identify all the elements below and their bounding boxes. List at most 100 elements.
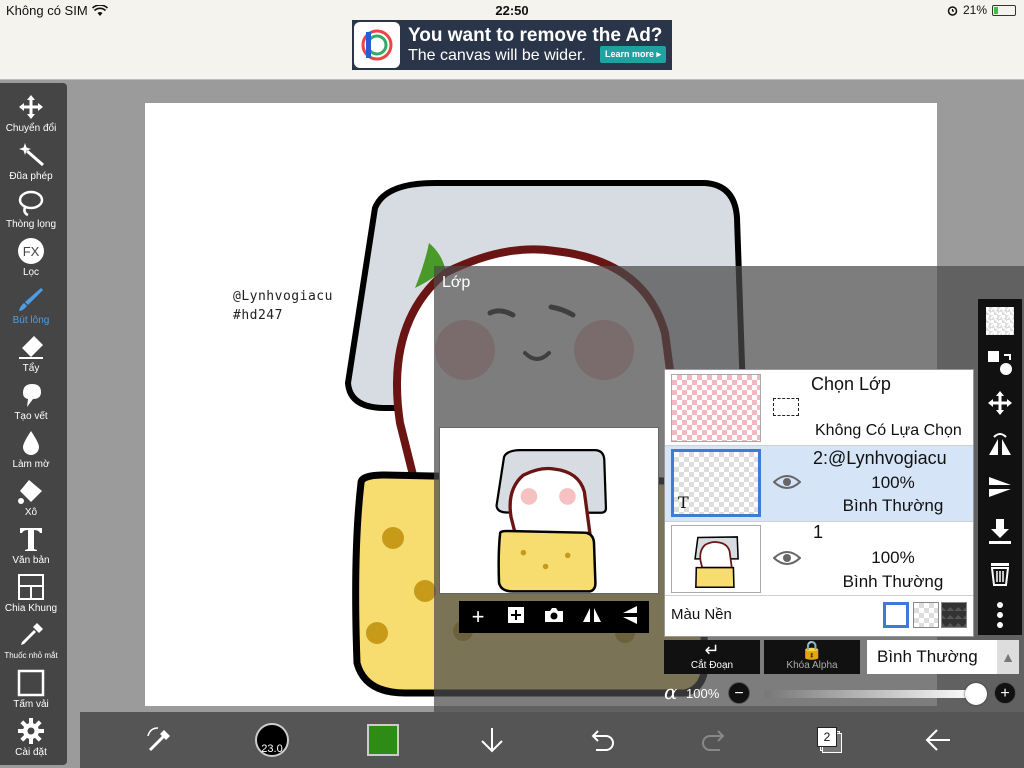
magic-wand-icon — [19, 143, 44, 167]
clipping-arrow-icon: ↵ — [704, 640, 720, 660]
bucket-icon — [18, 480, 42, 504]
current-color-swatch[interactable] — [367, 724, 399, 756]
tool-eyedropper[interactable]: Thuốc nhỏ mắt — [0, 613, 62, 661]
eyedropper-icon — [21, 623, 43, 645]
background-transparent-swatch[interactable] — [913, 602, 939, 628]
background-white-swatch[interactable] — [883, 602, 909, 628]
tool-canvas[interactable]: Tấm vải — [0, 661, 62, 710]
status-bar: Không có SIM 22:50 21% You want to remov… — [0, 0, 1024, 80]
move-icon — [988, 391, 1012, 415]
redo-icon — [702, 730, 725, 751]
tool-lasso[interactable]: Thòng lọng — [0, 181, 62, 230]
layer-opacity: 100% — [871, 473, 915, 492]
flip-horizontal-icon — [583, 608, 601, 622]
tool-bucket[interactable]: Xô — [0, 469, 62, 518]
opacity-slider-knob[interactable] — [965, 683, 987, 705]
arrow-down-icon — [481, 728, 503, 753]
transfer-icon — [988, 351, 1012, 375]
smudge-icon — [23, 384, 41, 407]
frame-divider-icon — [18, 574, 44, 600]
tool-blur[interactable]: Làm mờ — [0, 421, 62, 470]
layer-flip-vertical-button[interactable] — [986, 473, 1014, 501]
tool-magic-wand[interactable]: Đũa phép — [0, 133, 62, 182]
undo-icon — [591, 730, 614, 751]
layer-name: 2:@Lynhvogiacu — [813, 448, 947, 468]
battery-percent: 21% — [962, 3, 987, 17]
layer-thumbnail-art — [694, 536, 739, 589]
tool-frame-divider[interactable]: Chia Khung — [0, 565, 62, 614]
flip-vertical-button[interactable] — [617, 604, 643, 630]
tool-eraser[interactable]: Tẩy — [0, 325, 62, 374]
opacity-decrease-button[interactable]: − — [728, 682, 750, 704]
back-button[interactable] — [922, 724, 958, 756]
add-copy-icon — [508, 607, 524, 623]
download-button[interactable] — [476, 724, 512, 756]
duplicate-layer-button[interactable] — [503, 604, 529, 630]
selection-layer-row[interactable]: Chọn Lớp Không Có Lựa Chọn — [665, 370, 973, 446]
background-dark-swatch[interactable] — [941, 602, 967, 628]
alpha-lock-button[interactable]: 🔒 Khóa Alpha — [764, 640, 860, 674]
opacity-increase-button[interactable]: + — [994, 682, 1016, 704]
preview-thumbnail — [440, 428, 658, 593]
undo-button[interactable] — [586, 724, 622, 756]
blend-mode-select[interactable]: Bình Thường — [867, 640, 997, 674]
layer-count-badge: 2 — [817, 727, 837, 747]
tool-brush[interactable]: Bút lông — [0, 277, 62, 326]
layer-flip-horizontal-button[interactable] — [986, 431, 1014, 459]
learn-more-button[interactable]: Learn more ▸ — [599, 46, 666, 63]
brush-swap-icon — [147, 727, 170, 752]
selection-layer-status: Không Có Lựa Chọn — [815, 422, 962, 439]
flip-horizontal-button[interactable] — [579, 604, 605, 630]
selection-layer-title: Chọn Lớp — [811, 374, 891, 394]
layer-row[interactable]: 1 100% Bình Thường — [665, 522, 973, 596]
clipping-button[interactable]: ↵ Cắt Đoạn — [664, 640, 760, 674]
eraser-icon — [19, 336, 43, 359]
layer-blend-mode: Bình Thường — [842, 496, 944, 515]
add-layer-button[interactable]: + — [465, 604, 491, 630]
ad-banner[interactable]: You want to remove the Ad? The canvas wi… — [352, 20, 672, 70]
flip-vertical-icon — [989, 477, 1011, 497]
layer-panel: Lớp + Chọn Lớp Không Có Lựa Chọn T 2:@Ly… — [434, 266, 1024, 712]
canvas-preview[interactable] — [439, 427, 659, 594]
canvas-icon — [17, 669, 45, 697]
blur-drop-icon — [23, 431, 39, 455]
selection-marquee-icon — [773, 398, 799, 416]
watermark-hashtag: #hd247 — [233, 308, 283, 323]
more-vertical-icon — [997, 602, 1003, 628]
tool-smudge[interactable]: Tạo vết — [0, 373, 62, 422]
tool-text[interactable]: Văn bản — [0, 517, 62, 566]
tool-settings[interactable]: Cài đặt — [0, 709, 62, 758]
brush-eraser-toggle-button[interactable] — [144, 724, 180, 756]
layer-transfer-button[interactable] — [986, 349, 1014, 377]
battery-status: 21% — [947, 3, 1016, 17]
visibility-eye-icon[interactable] — [773, 474, 801, 490]
merge-down-icon — [989, 519, 1011, 544]
brush-size-indicator[interactable]: 23.0 — [255, 723, 289, 757]
fx-filter-icon: FX — [18, 238, 44, 264]
arrow-left-icon — [925, 729, 950, 751]
layer-row[interactable]: T 2:@Lynhvogiacu 100% Bình Thường — [665, 446, 973, 522]
text-layer-badge: T — [678, 493, 689, 512]
flip-vertical-icon — [623, 606, 637, 624]
layer-name: 1 — [813, 522, 824, 542]
tool-filter[interactable]: FX Lọc — [0, 229, 62, 278]
blend-mode-dropdown-icon[interactable]: ▲ — [997, 640, 1019, 674]
merge-down-button[interactable] — [986, 517, 1014, 545]
tool-transform[interactable]: Chuyển đổi — [0, 85, 62, 134]
layer-move-button[interactable] — [986, 389, 1014, 417]
svg-text:FX: FX — [23, 244, 40, 259]
redo-button[interactable] — [698, 724, 734, 756]
tool-sidebar: Chuyển đổi Đũa phép Thòng lọng FX Lọc Bú… — [0, 83, 67, 765]
clipping-label: Cắt Đoạn — [690, 660, 734, 671]
import-photo-button[interactable] — [541, 604, 567, 630]
more-options-button[interactable] — [986, 601, 1014, 629]
layer-thumbnail: T — [671, 449, 761, 517]
transparent-layer-button[interactable] — [986, 307, 1014, 335]
opacity-slider[interactable] — [764, 683, 987, 705]
layer-actions-bar: + — [459, 601, 649, 633]
trash-icon — [990, 563, 1010, 586]
background-color-row: Màu Nền — [665, 596, 973, 636]
visibility-eye-icon[interactable] — [773, 550, 801, 566]
delete-layer-button[interactable] — [986, 559, 1014, 587]
text-icon — [20, 528, 42, 551]
